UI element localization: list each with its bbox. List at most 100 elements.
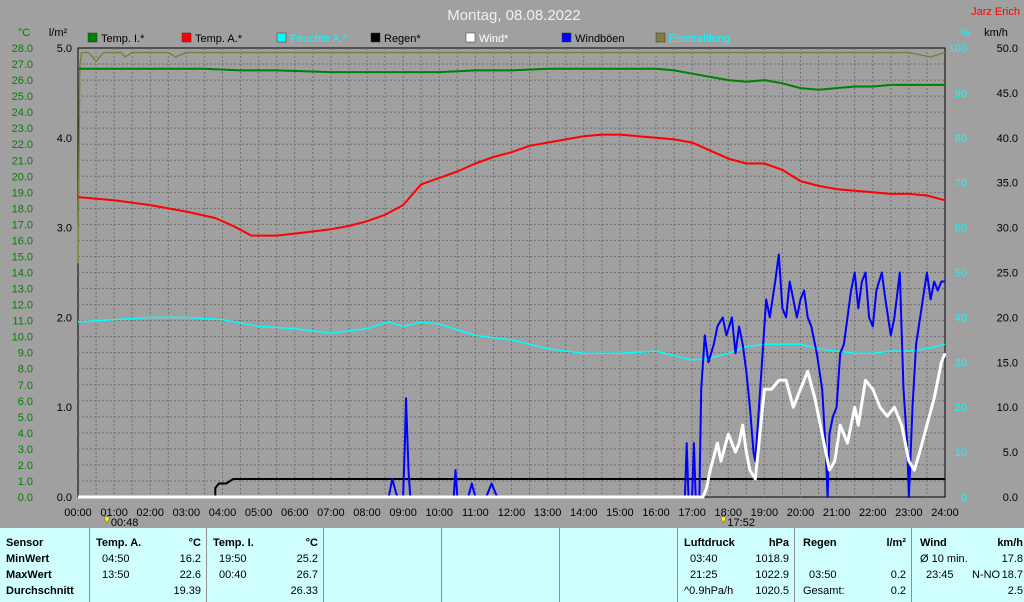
time-tick-label: 04:00 (209, 507, 237, 519)
humidity-tick-label: 100 (949, 43, 967, 55)
stats-temp-a: Temp. A. °C 04:50 16.2 13:50 22.6 19.39 (89, 528, 207, 602)
temp-tick-label: 18.0 (12, 203, 33, 215)
temp-i-max: 26.7 (296, 569, 318, 581)
pressure-max: 1022.9 (755, 569, 789, 581)
wind-avg-label: Ø 10 min. (920, 553, 968, 565)
humidity-tick-label: 60 (955, 223, 967, 235)
humidity-tick-label: 80 (955, 133, 967, 145)
row-label-max: MaxWert (6, 569, 52, 581)
humidity-tick-label: 70 (955, 178, 967, 190)
pressure-min: 1018.9 (755, 553, 789, 565)
stats-pressure: Luftdruck hPa 03:40 1018.9 21:25 1022.9 … (677, 528, 795, 602)
time-tick-label: 16:00 (642, 507, 670, 519)
temp-a-max: 22.6 (179, 569, 201, 581)
rain-max: 0.2 (890, 569, 906, 581)
temp-tick-label: 11.0 (12, 316, 33, 328)
legend-swatch (561, 32, 572, 43)
time-tick-label: 14:00 (570, 507, 598, 519)
temp-tick-label: 21.0 (12, 155, 33, 167)
rain-header: Regen (803, 537, 837, 549)
wind-tick-label: 35.0 (997, 178, 1018, 190)
wind-tick-label: 45.0 (997, 88, 1018, 100)
humidity-tick-label: 50 (955, 268, 967, 280)
pressure-header: Luftdruck (684, 537, 735, 549)
rain-tick-label: 5.0 (57, 43, 72, 55)
rain-unit-label: l/m² (49, 27, 68, 39)
time-tick-label: 24:00 (931, 507, 959, 519)
humidity-tick-label: 90 (955, 88, 967, 100)
wind-header: Wind (920, 537, 947, 549)
time-tick-label: 15:00 (606, 507, 634, 519)
humidity-unit-label: % (960, 27, 970, 39)
temp-a-header: Temp. A. (96, 537, 142, 549)
temp-tick-label: 14.0 (12, 268, 33, 280)
rain-total-label: Gesamt: (803, 585, 845, 597)
temp-i-unit: °C (305, 537, 318, 549)
sunset-time: 17:52 (727, 517, 755, 528)
rain-unit: l/m² (886, 537, 906, 549)
time-tick-label: 07:00 (317, 507, 345, 519)
time-tick-label: 02:00 (136, 507, 164, 519)
stats-empty-2 (441, 528, 560, 602)
wind-tick-label: 15.0 (997, 357, 1018, 369)
legend-label: Wind* (479, 33, 509, 45)
wind-max-dir: N-NO (972, 569, 1001, 581)
rain-tick-label: 3.0 (57, 223, 72, 235)
temp-tick-label: 2.0 (18, 460, 33, 472)
time-tick-label: 05:00 (245, 507, 273, 519)
time-tick-label: 23:00 (895, 507, 923, 519)
row-label-min: MinWert (6, 553, 50, 565)
time-tick-label: 12:00 (498, 507, 526, 519)
legend-label: Temp. A.* (195, 33, 243, 45)
humidity-tick-label: 20 (955, 402, 967, 414)
stats-wind: Wind km/h Ø 10 min. 17.8 23:45 N-NO 18.7… (911, 528, 1024, 602)
temp-tick-label: 0.0 (18, 492, 33, 504)
temp-tick-label: 15.0 (12, 251, 33, 263)
wind-unit-label: km/h (984, 27, 1008, 39)
pressure-min-time: 03:40 (690, 553, 718, 565)
temp-tick-label: 20.0 (12, 171, 33, 183)
temp-tick-label: 4.0 (18, 428, 33, 440)
wind-unit: km/h (997, 537, 1023, 549)
humidity-tick-label: 10 (955, 447, 967, 459)
pressure-avg: 1020.5 (755, 585, 789, 597)
temp-tick-label: 8.0 (18, 364, 33, 376)
wind-tick-label: 25.0 (997, 268, 1018, 280)
wind-max: 18.7 (1001, 569, 1023, 581)
temp-tick-label: 25.0 (12, 91, 33, 103)
time-tick-label: 03:00 (173, 507, 201, 519)
temp-unit-label: °C (18, 27, 30, 39)
wind-tick-label: 40.0 (997, 133, 1018, 145)
sensor-header: Sensor (6, 537, 44, 549)
legend-label: Windböen (575, 33, 625, 45)
sunrise-time: 00:48 (111, 517, 139, 528)
wind-max-time: 23:45 (926, 569, 954, 581)
legend-label: Temp. I.* (101, 33, 145, 45)
time-tick-label: 08:00 (353, 507, 381, 519)
time-tick-label: 17:00 (678, 507, 706, 519)
temp-a-avg: 19.39 (173, 585, 201, 597)
legend-swatch (465, 32, 476, 43)
temp-tick-label: 6.0 (18, 396, 33, 408)
temp-tick-label: 10.0 (12, 332, 33, 344)
temp-a-unit: °C (188, 537, 201, 549)
weather-chart: Montag, 08.08.2022 Jarz Erich °C l/m² % … (0, 0, 1024, 528)
temp-tick-label: 26.0 (12, 75, 33, 87)
temp-i-max-time: 00:40 (219, 569, 247, 581)
temp-tick-label: 13.0 (12, 284, 33, 296)
temp-tick-label: 22.0 (12, 139, 33, 151)
humidity-tick-label: 40 (955, 312, 967, 324)
stats-rain: Regen l/m² 03:50 0.2 Gesamt: 0.2 (794, 528, 912, 602)
legend-label: Feuchte A.* (290, 33, 348, 45)
temp-tick-label: 7.0 (18, 380, 33, 392)
rain-total: 0.2 (890, 585, 906, 597)
rain-tick-label: 0.0 (57, 492, 72, 504)
temp-tick-label: 27.0 (12, 59, 33, 71)
temp-a-min: 16.2 (179, 553, 201, 565)
temp-tick-label: 28.0 (12, 43, 33, 55)
time-tick-label: 10:00 (425, 507, 453, 519)
temp-a-max-time: 13:50 (102, 569, 130, 581)
legend-swatch (370, 32, 381, 43)
author-label: Jarz Erich (971, 6, 1020, 18)
temp-i-min: 25.2 (296, 553, 318, 565)
